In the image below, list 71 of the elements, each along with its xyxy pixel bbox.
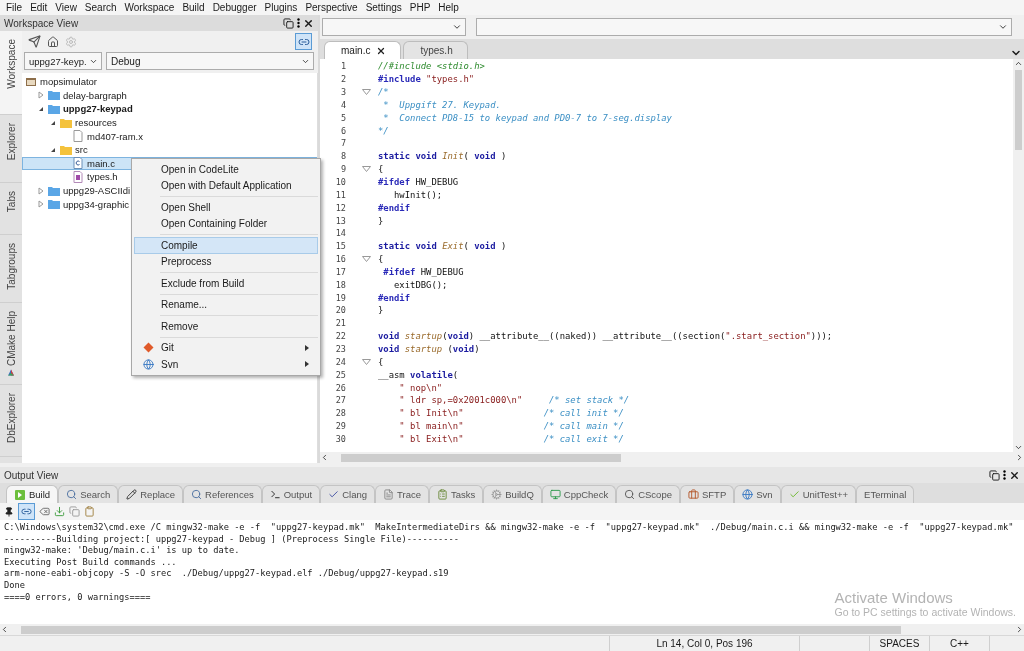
code-line: void startup(void) __attribute__((naked)) __attribute__((section(".start_section")));: [377, 331, 833, 342]
line-number: 30: [334, 433, 347, 444]
code-line: void startup (void): [377, 344, 480, 354]
line-number: 1: [339, 61, 347, 72]
output-line: ----------Building project:[ uppg27-keypad - Debug ] (Preprocess Single File)----------: [4, 533, 460, 546]
line-number: 18: [334, 279, 347, 290]
output-line: arm-none-eabi-objcopy -S -O srec ./Debug/uppg27-keypad.elf ./Debug/uppg27-keypad.s19: [4, 568, 449, 580]
code-line: " bl Exit\n" /* call exit */: [398, 433, 624, 444]
status-field: SPACES: [870, 636, 930, 651]
code-line: #ifdef HW_DEBUG: [382, 266, 464, 277]
line-number: 27: [334, 395, 347, 406]
code-line: " bl Init\n" /* call init */: [398, 408, 624, 419]
code-line: #endif: [377, 202, 411, 213]
code-line: }: [377, 305, 384, 316]
line-number: 10: [334, 177, 347, 187]
line-number: 23: [334, 344, 347, 354]
line-number: 22: [334, 331, 347, 342]
code-line: * Uppgift 27. Keypad.: [382, 99, 501, 110]
code-line: static void Exit( void ): [377, 241, 507, 252]
line-number: 9: [339, 164, 347, 175]
code-line: hwInit();: [393, 189, 443, 200]
code-line: /*: [377, 87, 389, 98]
line-number: 13: [334, 215, 347, 226]
line-number: 5: [339, 112, 347, 123]
line-number: 15: [334, 241, 347, 252]
code-line: {: [377, 164, 384, 175]
line-number: 6: [339, 125, 347, 136]
activation-text: Go to PC settings to activate Windows.: [834, 606, 1016, 618]
line-number: 2: [339, 74, 347, 85]
code-line: static void Init( void ): [377, 151, 507, 162]
status-field: C++: [930, 636, 990, 651]
code-line: {: [377, 356, 384, 367]
code-line: exitDBG();: [393, 279, 448, 290]
output-line: Executing Post Build commands ...: [4, 556, 177, 569]
line-number: 25: [334, 369, 347, 380]
line-number: 14: [334, 228, 347, 239]
pane-title: Output View: [4, 469, 59, 481]
code-line: #ifdef HW_DEBUG: [377, 177, 459, 187]
pane-title: Workspace View: [4, 17, 79, 29]
code-line: #endif: [377, 292, 411, 303]
line-number: 12: [334, 202, 347, 213]
line-number: 16: [334, 254, 347, 265]
code-line: __asm volatile(: [377, 369, 459, 380]
code-line: */: [377, 125, 389, 136]
code-line: }: [377, 215, 384, 226]
line-number: 24: [334, 356, 347, 367]
code-line: " bl main\n" /* call main */: [398, 421, 624, 432]
line-number: 26: [334, 382, 347, 393]
line-number: 28: [334, 408, 347, 419]
output-line: ====0 errors, 0 warnings====: [4, 591, 151, 604]
line-number: 7: [339, 138, 347, 149]
line-number: 17: [334, 266, 347, 277]
code-line: " ldr sp,=0x2001c000\n" /* set stack */: [398, 395, 630, 406]
code-line: " nop\n": [398, 382, 443, 393]
output-line: C:\Windows\system32\cmd.exe /C mingw32-make -e -f "uppg27-keypad.mk" MakeIntermediateDirs && mingw32-make -e -f "uppg27-keypad.mk" ./Debug/main.c.i && mingw32-make -e -f "uppg27-keypad.mk": [4, 522, 1014, 534]
code-line: {: [377, 254, 384, 265]
code-line: #include "types.h": [377, 74, 475, 85]
code-line: * Connect PD8-15 to keypad and PD0-7 to 7-seg.display: [382, 112, 672, 123]
line-number: 11: [334, 189, 347, 200]
line-number: 4: [339, 99, 347, 110]
line-number: 21: [334, 318, 347, 329]
line-number: 3: [339, 87, 347, 98]
code-line: //#include <stdio.h>: [377, 61, 485, 72]
activation-title: Activate Windows: [834, 589, 954, 606]
status-field: Ln 14, Col 0, Pos 196: [610, 636, 800, 651]
output-line: Done: [4, 579, 25, 592]
line-number: 8: [339, 151, 347, 162]
line-number: 20: [334, 305, 347, 316]
line-number: 29: [334, 421, 347, 432]
output-line: mingw32-make: 'Debug/main.c.i' is up to date.: [4, 545, 240, 557]
line-number: 19: [334, 292, 347, 303]
